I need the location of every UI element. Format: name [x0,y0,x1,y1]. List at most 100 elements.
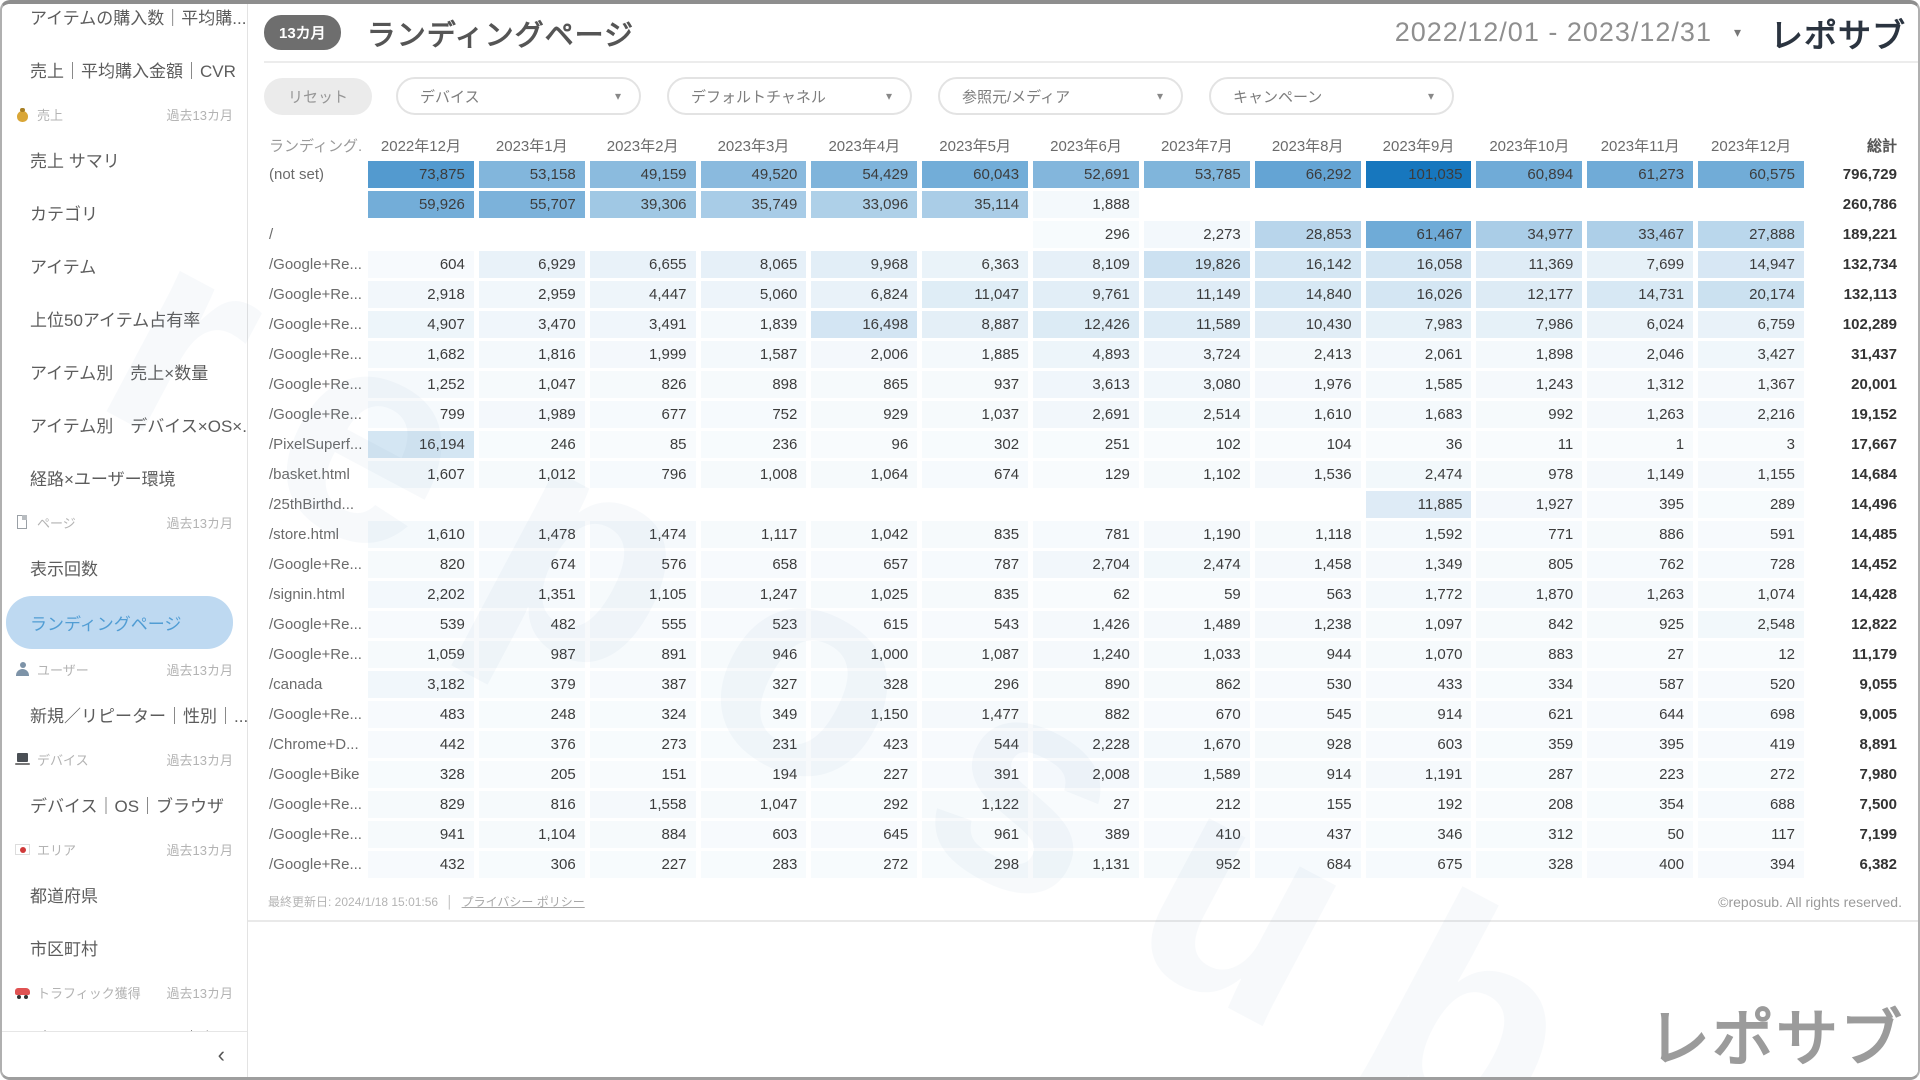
heatmap-cell: 12 [1698,641,1804,668]
row-total: 19,152 [1809,401,1901,428]
heatmap-cell: 61,467 [1366,221,1472,248]
sidebar-item[interactable]: 売上 サマリ [2,133,247,186]
heatmap-cell: 544 [922,731,1028,758]
row-total: 31,437 [1809,341,1901,368]
table-row: /Google+Re...1,2521,0478268988659373,613… [267,371,1901,398]
sidebar-item[interactable]: アイテムの購入数｜平均購... [2,0,247,43]
heatmap-cell [811,491,917,518]
heatmap-cell: 296 [922,671,1028,698]
heatmap-cell: 670 [1144,701,1250,728]
heatmap-cell: 1,064 [811,461,917,488]
heatmap-cell: 205 [479,761,585,788]
row-label [267,191,363,218]
heatmap-cell: 194 [701,761,807,788]
row-total: 11,179 [1809,641,1901,668]
heatmap-cell: 771 [1476,521,1582,548]
sidebar-item[interactable]: アイテム別 デバイス×OS×... [2,398,247,451]
heatmap-cell: 11,047 [922,281,1028,308]
heatmap-cell: 34,977 [1476,221,1582,248]
sidebar-item[interactable]: アイテム別 売上×数量 [2,345,247,398]
heatmap-cell: 283 [701,851,807,878]
heatmap-cell: 674 [479,551,585,578]
heatmap-cell: 306 [479,851,585,878]
sidebar-item[interactable]: 上位50アイテム占有率 [2,292,247,345]
table-header-row: ランディング...2022年12月2023年1月2023年2月2023年3月20… [267,132,1901,158]
heatmap-cell: 1,122 [922,791,1028,818]
heatmap-cell [1144,491,1250,518]
sidebar-item-active[interactable]: ランディングページ [6,596,233,649]
heatmap-cell: 2,413 [1255,341,1361,368]
filter-dropdown-campaign[interactable]: キャンペーン▾ [1209,77,1454,115]
heatmap-cell: 298 [922,851,1028,878]
heatmap-cell: 1,263 [1587,401,1693,428]
heatmap-cell: 3 [1698,431,1804,458]
sidebar-item[interactable]: デフォルトチャネル｜参照... [2,1011,247,1031]
heatmap-cell: 9,761 [1033,281,1139,308]
heatmap-cell: 530 [1255,671,1361,698]
heatmap-cell: 1,458 [1255,551,1361,578]
filter-dropdown-device[interactable]: デバイス▾ [396,77,641,115]
sidebar-section-users: ユーザー過去13カ月 [2,651,247,688]
filter-dropdown-default-channel[interactable]: デフォルトチャネル▾ [667,77,912,115]
sidebar-item[interactable]: 都道府県 [2,868,247,921]
heatmap-cell: 1,474 [590,521,696,548]
column-header-month: 2023年3月 [701,132,807,158]
row-total: 14,496 [1809,491,1901,518]
heatmap-cell: 389 [1033,821,1139,848]
privacy-policy-link[interactable]: プライバシー ポリシー [462,893,585,910]
heatmap-cell: 898 [701,371,807,398]
column-header-month: 2023年9月 [1366,132,1472,158]
heatmap-cell: 1,607 [368,461,474,488]
sidebar-item[interactable]: 市区町村 [2,921,247,974]
heatmap-cell: 762 [1587,551,1693,578]
row-label: /Chrome+D... [267,731,363,758]
heatmap-cell: 3,470 [479,311,585,338]
report-table-head: ランディング...2022年12月2023年1月2023年2月2023年3月20… [267,132,1901,158]
sidebar-item[interactable]: 新規／リピーター｜性別｜... [2,688,247,741]
heatmap-cell: 1,263 [1587,581,1693,608]
app-window: アイテムの購入数｜平均購...売上｜平均購入金額｜CVR売上過去13カ月売上 サ… [0,0,1920,1080]
heatmap-cell: 674 [922,461,1028,488]
heatmap-cell: 11,149 [1144,281,1250,308]
heatmap-cell: 1,367 [1698,371,1804,398]
row-label: /Google+Re... [267,341,363,368]
heatmap-cell: 16,194 [368,431,474,458]
heatmap-cell: 1,426 [1033,611,1139,638]
money-bag-icon [15,107,30,122]
filter-dropdowns: デバイス▾ デフォルトチャネル▾ 参照元/メディア▾ キャンペーン▾ [396,77,1454,115]
sidebar-footer: ‹ [2,1031,247,1077]
row-total: 189,221 [1809,221,1901,248]
heatmap-cell: 1,592 [1366,521,1472,548]
heatmap-cell: 192 [1366,791,1472,818]
date-range-picker[interactable]: 2022/12/01 - 2023/12/31 ▾ [1395,17,1742,48]
row-total: 7,980 [1809,761,1901,788]
heatmap-cell: 60,894 [1476,161,1582,188]
heatmap-cell: 1,105 [590,581,696,608]
column-header-month: 2023年4月 [811,132,917,158]
sidebar-item[interactable]: 経路×ユーザー環境 [2,451,247,504]
heatmap-cell: 865 [811,371,917,398]
reset-button[interactable]: リセット [264,78,372,115]
sidebar-item[interactable]: アイテム [2,239,247,292]
row-total: 132,113 [1809,281,1901,308]
heatmap-cell: 1,870 [1476,581,1582,608]
heatmap-cell: 2,008 [1033,761,1139,788]
heatmap-cell: 379 [479,671,585,698]
report-table-body: (not set)73,87553,15849,15949,52054,4296… [267,161,1901,878]
filter-dropdown-source-media[interactable]: 参照元/メディア▾ [938,77,1183,115]
heatmap-cell [1698,191,1804,218]
collapse-sidebar-icon[interactable]: ‹ [218,1044,225,1066]
sidebar-section-period: 過去13カ月 [167,513,233,532]
row-total: 132,734 [1809,251,1901,278]
table-row: /Google+Re...4832483243491,1501,47788267… [267,701,1901,728]
sidebar-item[interactable]: カテゴリ [2,186,247,239]
sidebar-item[interactable]: デバイス｜OS｜ブラウザ [2,778,247,831]
heatmap-cell: 883 [1476,641,1582,668]
heatmap-cell: 884 [590,821,696,848]
row-total: 14,485 [1809,521,1901,548]
heatmap-cell: 54,429 [811,161,917,188]
table-row: /store.html1,6101,4781,4741,1171,0428357… [267,521,1901,548]
sidebar-item[interactable]: 売上｜平均購入金額｜CVR [2,43,247,96]
heatmap-cell: 2,228 [1033,731,1139,758]
sidebar-item[interactable]: 表示回数 [2,541,247,594]
